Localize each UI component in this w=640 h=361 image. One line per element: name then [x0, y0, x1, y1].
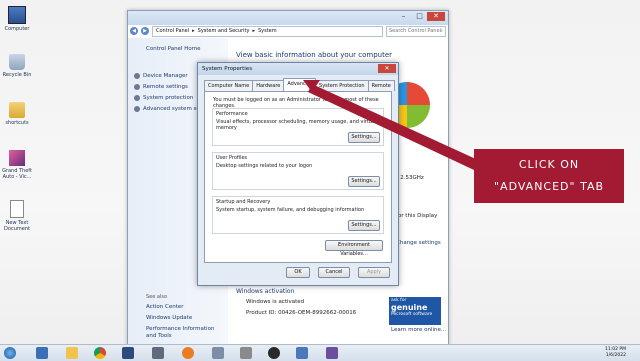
folder-icon[interactable]	[66, 347, 78, 359]
app-icon[interactable]	[326, 347, 338, 359]
annotation-line-2: "ADVANCED" TAB	[493, 180, 605, 193]
arrow-shaft	[308, 84, 478, 170]
annotation-callout: CLICK ON "ADVANCED" TAB	[474, 149, 624, 203]
system-tray-clock[interactable]: 11:02 PM 1/6/2022	[605, 347, 626, 359]
app-icon[interactable]	[212, 347, 224, 359]
app-icon[interactable]	[268, 347, 280, 359]
annotation-line-1: CLICK ON	[518, 158, 580, 171]
explorer-icon[interactable]	[36, 347, 48, 359]
firefox-icon[interactable]	[182, 347, 194, 359]
app-icon[interactable]	[152, 347, 164, 359]
start-button[interactable]	[4, 347, 16, 359]
app-icon[interactable]	[240, 347, 252, 359]
desktop: Computer Recycle Bin shortcuts Grand The…	[0, 0, 640, 344]
taskbar: 11:02 PM 1/6/2022	[0, 344, 640, 361]
chrome-icon[interactable]	[94, 347, 106, 359]
clock-date: 1/6/2022	[605, 353, 626, 358]
media-player-icon[interactable]	[122, 347, 134, 359]
control-panel-taskbar-icon[interactable]	[296, 347, 308, 359]
